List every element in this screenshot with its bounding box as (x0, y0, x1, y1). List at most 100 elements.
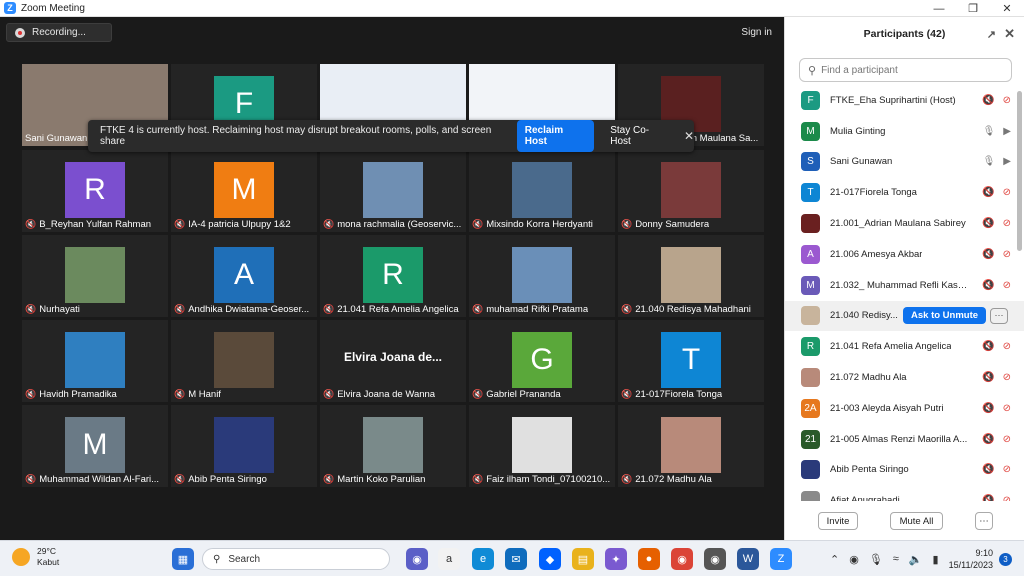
tray-app-icon[interactable]: ◉ (849, 553, 859, 566)
wifi-icon[interactable]: ≈ (893, 553, 899, 565)
video-tile[interactable]: M 🔇 Muhammad Wildan Al-Fari... (22, 405, 168, 487)
video-thumbnail (661, 162, 721, 218)
chrome-icon[interactable]: ◉ (671, 548, 693, 570)
participant-row[interactable]: T 21-017Fiorela Tonga 🔇 ⊘ (785, 177, 1024, 208)
clock[interactable]: 9:10 15/11/2023 (949, 547, 993, 571)
participant-row[interactable]: A 21.006 Amesya Akbar 🔇 ⊘ (785, 239, 1024, 270)
tile-name-label: 🔇 mona rachmalia (Geoservic... (323, 219, 463, 230)
participant-row[interactable]: M 21.032_ Muhammad Refli Kash... 🔇 ⊘ (785, 270, 1024, 301)
amazon-icon[interactable]: a (438, 548, 460, 570)
avatar: G (512, 332, 572, 388)
video-tile[interactable]: G 🔇 Gabriel Prananda (469, 320, 615, 402)
participant-name: Abib Penta Siringo (830, 464, 909, 476)
video-tile[interactable]: R 🔇 21.041 Refa Amelia Angelica (320, 235, 466, 317)
participants-panel: Participants (42) ↗ ✕ ⚲ Find a participa… (784, 17, 1024, 540)
mic-muted-icon: 🔇 (621, 474, 633, 484)
zoom-taskbar-icon[interactable]: Z (770, 548, 792, 570)
notification-badge[interactable]: 3 (999, 552, 1012, 566)
participant-row[interactable]: M Mulia Ginting 🎙 ▶ (785, 116, 1024, 147)
weather-temp: 29°C (37, 546, 56, 556)
more-options-icon[interactable]: ⋯ (975, 512, 993, 530)
participant-name: B_Reyhan Yulfan Rahman (39, 219, 152, 230)
video-tile[interactable]: 🔇 Faiz ilham Tondi_07100210... (469, 405, 615, 487)
battery-icon[interactable]: ▮ (933, 553, 939, 566)
video-tile[interactable]: 🔇 21.072 Madhu Ala (618, 405, 764, 487)
tile-name-label: 🔇 muhamad Rifki Pratama (472, 304, 612, 315)
microphone-tray-icon[interactable]: 🎙 (869, 553, 883, 566)
participant-row[interactable]: 2A 21-003 Aleyda Aisyah Putri 🔇 ⊘ (785, 393, 1024, 424)
reclaim-host-button[interactable]: Reclaim Host (516, 120, 595, 152)
participant-more-icon[interactable]: ⋯ (990, 307, 1008, 324)
copilot-icon[interactable]: ✦ (605, 548, 627, 570)
dropbox-icon[interactable]: ◆ (539, 548, 561, 570)
close-banner-icon[interactable]: ✕ (684, 129, 694, 143)
file-explorer-icon[interactable]: ▤ (572, 548, 594, 570)
video-thumbnail (512, 247, 572, 303)
mute-all-button[interactable]: Mute All (890, 512, 943, 530)
ask-to-unmute-button[interactable]: Ask to Unmute (903, 307, 987, 325)
tile-name-label: 🔇 IA-4 patricia Ulpupy 1&2 (174, 219, 314, 230)
video-tile[interactable]: 🔇 Nurhayati (22, 235, 168, 317)
mic-muted-icon: 🔇 (323, 474, 335, 484)
mic-muted-icon: 🔇 (25, 389, 37, 399)
word-icon[interactable]: W (737, 548, 759, 570)
weather-widget[interactable]: 29°C Kabut (12, 546, 59, 568)
mic-muted-icon: 🔇 (472, 219, 484, 229)
participant-search[interactable]: ⚲ Find a participant (799, 58, 1012, 82)
start-icon[interactable]: ▦ (172, 548, 194, 570)
participant-row[interactable]: R 21.041 Refa Amelia Angelica 🔇 ⊘ (785, 331, 1024, 362)
avatar: A (214, 247, 274, 303)
participant-row[interactable]: 21.072 Madhu Ala 🔇 ⊘ (785, 362, 1024, 393)
video-tile[interactable]: 🔇 Martin Koko Parulian (320, 405, 466, 487)
participant-row[interactable]: 21.040 Redisy... Ask to Unmute ⋯ (785, 300, 1024, 332)
video-tile[interactable]: A 🔇 Andhika Dwiatama-Geoser... (171, 235, 317, 317)
video-tile[interactable]: 🔇 Havidh Pramadika (22, 320, 168, 402)
avatar: M (65, 417, 125, 473)
mail-icon[interactable]: ✉ (505, 548, 527, 570)
participant-name: 21.041 Refa Amelia Angelica (337, 304, 459, 315)
tray-overflow-icon[interactable]: ⌃ (830, 553, 839, 566)
participant-scrollbar[interactable] (1017, 91, 1022, 251)
video-tile[interactable]: 🔇 M Hanif (171, 320, 317, 402)
invite-button[interactable]: Invite (818, 512, 858, 530)
tile-name-label: 🔇 21.040 Redisya Mahadhani (621, 304, 761, 315)
stay-co-host-button[interactable]: Stay Co-Host (604, 120, 674, 152)
edge-icon[interactable]: e (472, 548, 494, 570)
volume-icon[interactable]: 🔈 (909, 553, 923, 566)
video-tile[interactable]: 🔇 Abib Penta Siringo (171, 405, 317, 487)
mic-muted-icon: 🔇 (982, 187, 995, 199)
pop-out-icon[interactable]: ↗ (987, 28, 996, 41)
participant-name: 21.001_Adrian Maulana Sabirey (830, 218, 966, 230)
zoom-logo-icon: Z (4, 2, 16, 14)
chrome-profile-icon[interactable]: ◉ (704, 548, 726, 570)
video-tile[interactable]: T 🔇 21-017Fiorela Tonga (618, 320, 764, 402)
participant-row[interactable]: F FTKE_Eha Suprihartini (Host) 🔇 ⊘ (785, 85, 1024, 116)
restore-button[interactable]: ❐ (956, 0, 990, 17)
participant-row[interactable]: S Sani Gunawan 🎙 ▶ (785, 147, 1024, 178)
video-tile[interactable]: Elvira Joana de... 🔇 Elvira Joana de Wanna (320, 320, 466, 402)
participant-row[interactable]: Abib Penta Siringo 🔇 ⊘ (785, 455, 1024, 486)
taskbar-search[interactable]: ⚲ Search (202, 548, 390, 570)
video-tile[interactable]: 🔇 21.040 Redisya Mahadhani (618, 235, 764, 317)
sign-in-link[interactable]: Sign in (741, 27, 772, 38)
participant-avatar: M (801, 275, 820, 295)
video-thumbnail (512, 162, 572, 218)
video-tile[interactable]: 🔇 mona rachmalia (Geoservic... (320, 150, 466, 232)
minimize-button[interactable]: — (922, 0, 956, 17)
recording-indicator[interactable]: Recording... (6, 23, 112, 42)
participant-name: Donny Samudera (635, 219, 710, 230)
participant-avatar (801, 306, 820, 326)
firefox-icon[interactable]: ● (638, 548, 660, 570)
participant-row[interactable]: 21.001_Adrian Maulana Sabirey 🔇 ⊘ (785, 208, 1024, 239)
video-tile[interactable]: 🔇 muhamad Rifki Pratama (469, 235, 615, 317)
close-window-button[interactable]: ✕ (990, 0, 1024, 17)
video-tile[interactable]: 🔇 Mixsindo Korra Herdyanti (469, 150, 615, 232)
video-tile[interactable]: R 🔇 B_Reyhan Yulfan Rahman (22, 150, 168, 232)
participant-name: Abib Penta Siringo (188, 474, 267, 485)
participant-row[interactable]: Afiat Anugrahadi 🔇 ⊘ (785, 485, 1024, 501)
close-panel-icon[interactable]: ✕ (1004, 26, 1015, 42)
teams-icon[interactable]: ◉ (406, 548, 428, 570)
video-tile[interactable]: M 🔇 IA-4 patricia Ulpupy 1&2 (171, 150, 317, 232)
video-tile[interactable]: 🔇 Donny Samudera (618, 150, 764, 232)
participant-row[interactable]: 21 21-005 Almas Renzi Maorilla A... 🔇 ⊘ (785, 424, 1024, 455)
